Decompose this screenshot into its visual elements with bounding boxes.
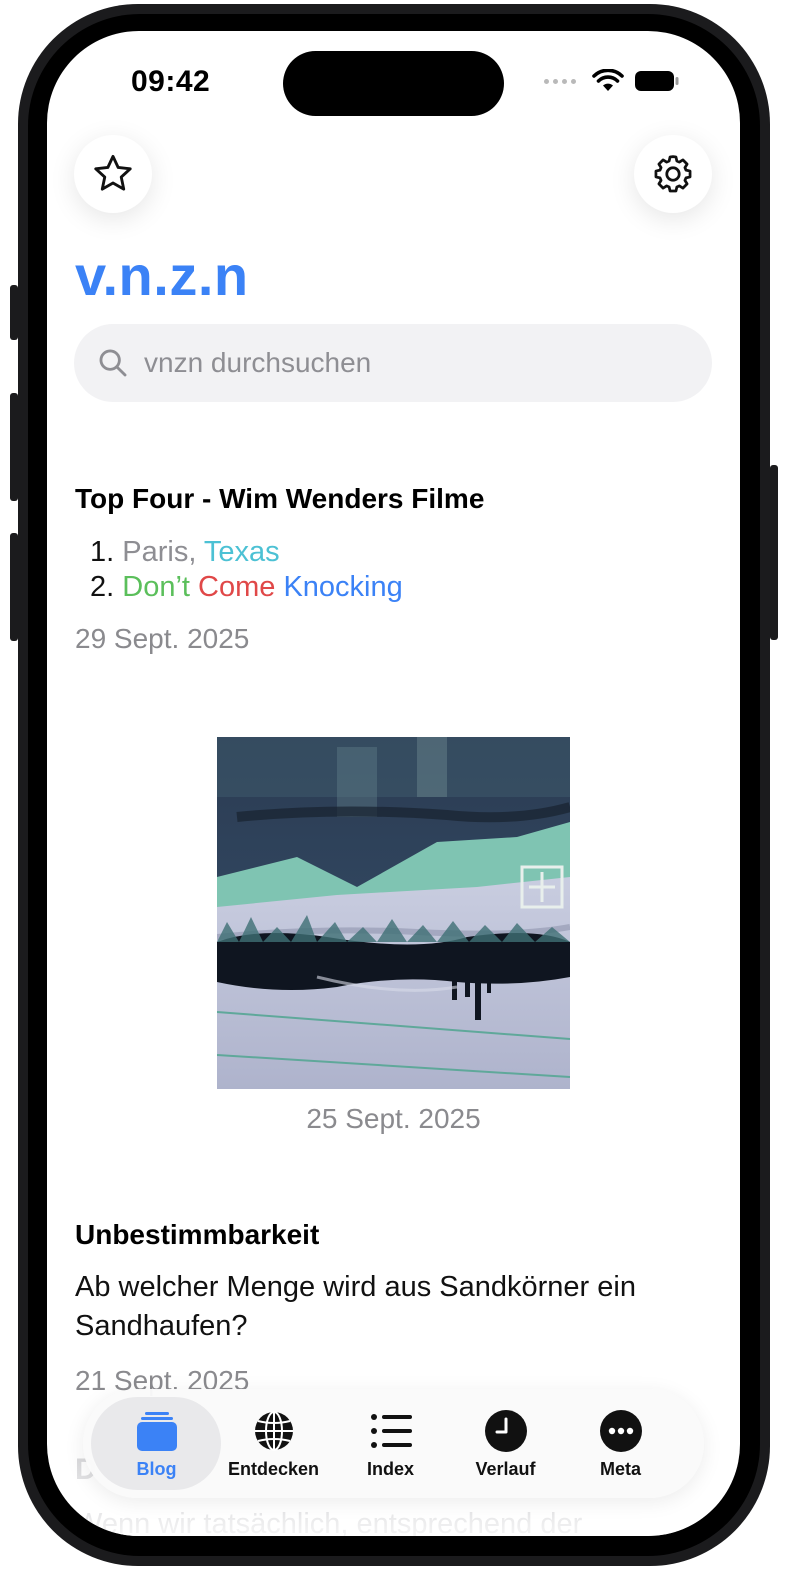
post-image[interactable] [217,737,570,1089]
tab-index[interactable]: Index [333,1389,448,1498]
stack-icon [136,1412,177,1451]
dynamic-island [283,51,504,116]
status-icons [544,69,680,93]
post-title[interactable]: Top Four - Wim Wenders Filme [75,483,484,515]
list-text-part: Come [198,571,284,603]
list-text-part: Don’t [122,571,199,603]
list-number: 2. [90,571,115,603]
volume-up-button [10,393,18,501]
search-icon [99,349,127,377]
post-date: 29 Sept. 2025 [75,623,250,654]
favorites-button[interactable] [74,135,152,213]
tab-label: Entdecken [227,1459,320,1479]
list-icon [370,1414,412,1448]
list-text-part: Knocking [283,571,403,603]
screen: 09:42 v.n.z.n vnzn durchsuchen Top Four … [47,31,740,1536]
settings-button[interactable] [634,135,712,213]
post-date: 25 Sept. 2025 [306,1103,481,1134]
gear-icon [654,155,692,193]
list-item: 2. Don’t Come Knocking [90,571,403,604]
clock-icon [484,1410,527,1452]
volume-down-button [10,533,18,641]
tab-meta[interactable]: Meta [563,1389,678,1498]
ellipsis-icon [599,1410,642,1452]
tab-bar: Blog Entdecken Index Verlauf Meta [83,1389,704,1498]
tab-verlauf[interactable]: Verlauf [448,1389,563,1498]
post-body: Ab welcher Menge wird aus Sandkörner ein… [75,1271,636,1342]
search-bar[interactable]: vnzn durchsuchen [74,324,712,402]
list-text-part: Texas [203,536,280,568]
signal-dots-icon [544,78,576,84]
list-text-part: Paris, [122,536,204,568]
battery-icon [635,71,679,91]
globe-icon [254,1411,293,1451]
list-number: 1. [90,536,115,568]
wifi-icon [592,69,624,91]
app-title: v.n.z.n [75,244,249,307]
list-item: 1. Paris, Texas [90,536,280,569]
post-body: Wenn wir tatsächlich, entsprechend der [75,1508,583,1536]
power-button [770,465,778,640]
tab-label: Meta [599,1459,641,1479]
action-button [10,285,18,340]
tab-label: Blog [136,1459,177,1479]
tab-label: Index [366,1459,414,1479]
tab-label: Verlauf [475,1459,536,1479]
post-title[interactable]: Unbestimmbarkeit [75,1219,319,1251]
star-icon [94,154,132,191]
abstract-artwork-image [217,737,570,1089]
status-time: 09:42 [131,65,211,98]
tab-entdecken[interactable]: Entdecken [216,1389,331,1498]
search-input[interactable]: vnzn durchsuchen [144,347,371,379]
tab-blog[interactable]: Blog [99,1389,214,1498]
